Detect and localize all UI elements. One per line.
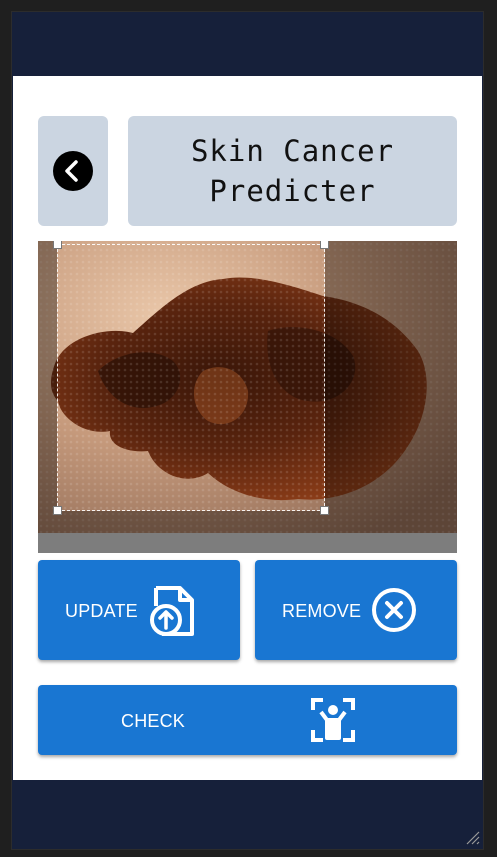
bottom-app-bar xyxy=(13,780,482,848)
remove-label: REMOVE xyxy=(282,601,362,621)
person-scan-icon xyxy=(311,698,355,742)
title-card: Skin Cancer Predicter xyxy=(128,116,457,226)
close-circle-icon xyxy=(372,588,416,632)
resize-grip-icon[interactable] xyxy=(464,829,480,845)
remove-button[interactable]: REMOVE xyxy=(255,560,457,660)
page-title: Skin Cancer Predicter xyxy=(190,134,395,208)
check-button[interactable]: CHECK xyxy=(38,685,457,755)
update-button[interactable]: UPDATE xyxy=(38,560,240,660)
back-card xyxy=(38,116,108,226)
crop-handle-bottom-left[interactable] xyxy=(53,506,62,515)
crop-handle-top-left[interactable] xyxy=(53,241,62,249)
check-label: CHECK xyxy=(121,711,186,731)
file-upload-icon xyxy=(150,586,194,636)
crop-selection[interactable] xyxy=(53,241,329,515)
update-label: UPDATE xyxy=(65,601,138,621)
back-button[interactable] xyxy=(53,151,93,191)
crop-handle-top-right[interactable] xyxy=(320,241,329,249)
crop-handle-bottom-right[interactable] xyxy=(320,506,329,515)
image-preview[interactable] xyxy=(38,241,457,553)
chevron-left-icon xyxy=(65,160,78,182)
